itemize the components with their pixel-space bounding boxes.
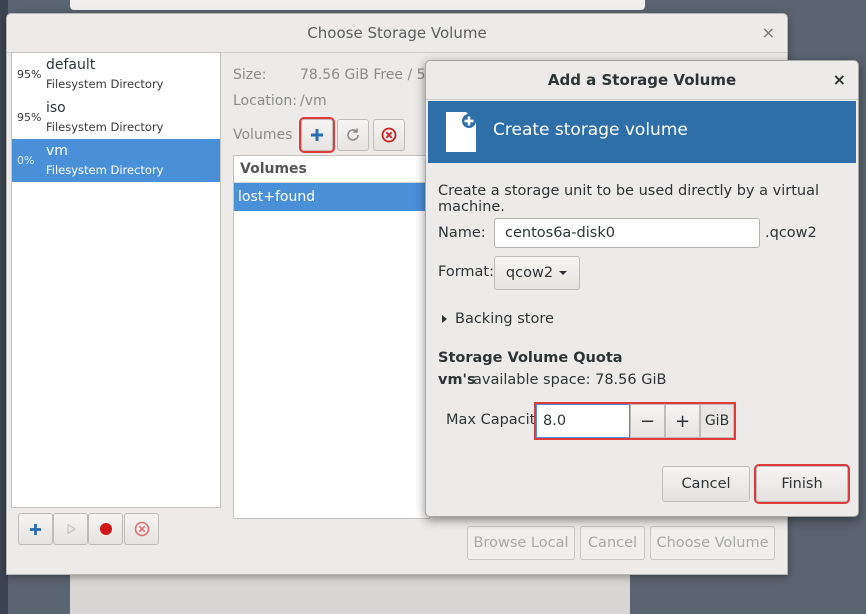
pool-item-iso[interactable]: 95% iso Filesystem Directory	[12, 96, 220, 139]
pool-type: Filesystem Directory	[46, 77, 164, 91]
pool-name: vm	[46, 143, 68, 159]
browse-local-button[interactable]: Browse Local	[467, 526, 575, 560]
main-cancel-button[interactable]: Cancel	[580, 526, 645, 560]
finish-button[interactable]: Finish	[754, 464, 850, 504]
volume-name-input[interactable]	[494, 218, 760, 248]
choose-volume-button[interactable]: Choose Volume	[650, 526, 775, 560]
volumes-label: Volumes	[233, 127, 293, 143]
main-dialog-title: Choose Storage Volume	[307, 24, 487, 42]
pool-usage: 95%	[17, 111, 42, 124]
background-window-edge	[70, 0, 645, 10]
refresh-icon	[347, 128, 359, 141]
banner-title: Create storage volume	[493, 120, 688, 140]
add-dialog-title: Add a Storage Volume	[547, 71, 737, 89]
size-value: 78.56 GiB Free / 5(	[300, 67, 432, 83]
add-close-icon[interactable]: ×	[833, 61, 846, 99]
decrease-capacity-button[interactable]: −	[630, 404, 665, 438]
quota-heading: Storage Volume Quota	[438, 350, 623, 366]
max-capacity-group: − + GiB	[534, 402, 736, 440]
increase-capacity-button[interactable]: +	[665, 404, 700, 438]
start-pool-button[interactable]	[53, 513, 88, 545]
pool-item-default[interactable]: 95% default Filesystem Directory	[12, 53, 220, 96]
size-label: Size:	[233, 67, 267, 83]
name-label: Name:	[438, 225, 486, 241]
pool-type: Filesystem Directory	[46, 120, 164, 134]
main-close-icon[interactable]: ×	[762, 14, 775, 52]
format-dropdown[interactable]: qcow2	[494, 256, 580, 290]
add-volume-button[interactable]	[299, 117, 335, 153]
volumes-column-header[interactable]: Volumes	[234, 156, 429, 183]
available-space-text: available space: 78.56 GiB	[473, 372, 667, 388]
chevron-down-icon	[559, 271, 568, 275]
record-icon	[99, 523, 112, 535]
add-cancel-button[interactable]: Cancel	[662, 466, 750, 502]
pool-item-vm[interactable]: 0% vm Filesystem Directory	[12, 139, 220, 182]
available-pool-name: vm's	[438, 372, 476, 388]
new-document-icon	[446, 112, 476, 152]
disclosure-triangle-icon	[442, 315, 447, 323]
location-value: /vm	[300, 93, 327, 109]
pool-usage: 95%	[17, 68, 42, 81]
format-label: Format:	[438, 264, 494, 280]
pool-type: Filesystem Directory	[46, 163, 164, 177]
location-label: Location:	[233, 93, 297, 109]
volumes-table: Volumes lost+found	[233, 155, 430, 519]
max-capacity-label: Max Capacity	[446, 412, 544, 428]
volume-row[interactable]: lost+found	[234, 183, 429, 211]
name-suffix: .qcow2	[765, 225, 817, 241]
description-text: Create a storage unit to be used directl…	[438, 183, 819, 215]
background-window-bottom	[70, 570, 630, 614]
add-storage-volume-dialog: Add a Storage Volume × Create storage vo…	[425, 60, 859, 517]
backing-store-expander[interactable]: Backing store	[441, 311, 554, 327]
delete-pool-button[interactable]	[124, 513, 159, 545]
play-icon	[66, 523, 76, 535]
main-titlebar: Choose Storage Volume ×	[7, 14, 787, 53]
create-volume-banner: Create storage volume	[428, 101, 856, 163]
delete-icon	[381, 127, 397, 143]
format-value: qcow2	[505, 265, 554, 281]
storage-pool-list: 95% default Filesystem Directory 95% iso…	[11, 52, 221, 508]
delete-volume-button[interactable]	[373, 119, 405, 151]
delete-icon	[134, 521, 149, 537]
plus-icon	[29, 523, 42, 535]
pool-usage: 0%	[17, 154, 35, 167]
add-titlebar: Add a Storage Volume ×	[426, 61, 858, 100]
plus-icon	[311, 129, 323, 141]
max-capacity-input[interactable]	[536, 404, 630, 438]
add-pool-button[interactable]	[18, 513, 53, 545]
pool-name: iso	[46, 100, 66, 116]
stop-pool-button[interactable]	[88, 513, 123, 545]
pool-name: default	[46, 57, 96, 73]
backing-store-label: Backing store	[455, 311, 554, 327]
refresh-volumes-button[interactable]	[337, 119, 369, 151]
capacity-unit: GiB	[700, 404, 734, 438]
